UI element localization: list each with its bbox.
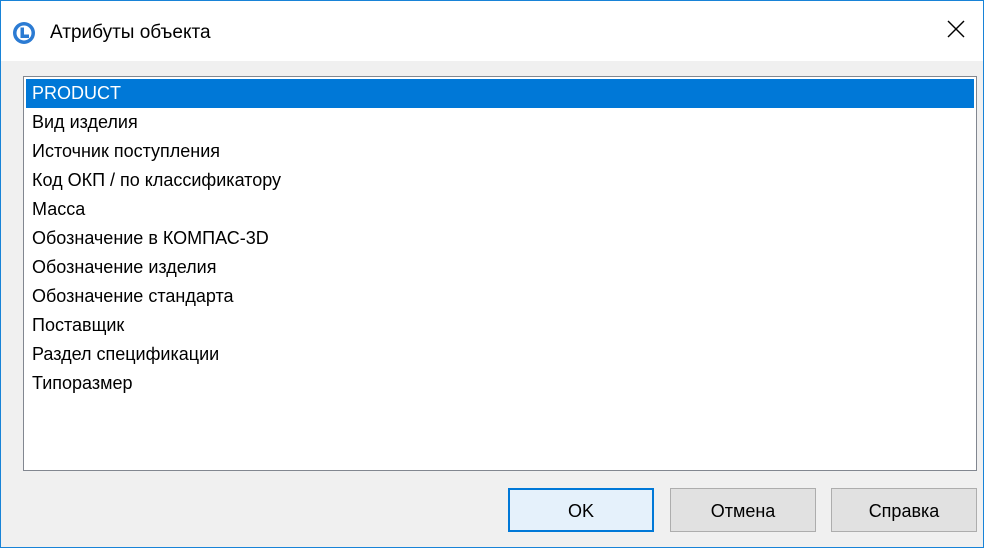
list-item[interactable]: Поставщик <box>26 311 974 340</box>
close-icon <box>946 19 966 44</box>
dialog-window: Атрибуты объекта PRODUCT Вид изделия Ист… <box>0 0 984 548</box>
list-item[interactable]: Масса <box>26 195 974 224</box>
list-item[interactable]: Источник поступления <box>26 137 974 166</box>
list-item[interactable]: Типоразмер <box>26 369 974 398</box>
title-bar[interactable]: Атрибуты объекта <box>1 1 983 61</box>
list-item[interactable]: Вид изделия <box>26 108 974 137</box>
list-item[interactable]: Обозначение изделия <box>26 253 974 282</box>
attributes-listbox[interactable]: PRODUCT Вид изделия Источник поступления… <box>23 76 977 471</box>
cancel-button[interactable]: Отмена <box>670 488 816 532</box>
list-item[interactable]: Обозначение в КОМПАС-3D <box>26 224 974 253</box>
close-button[interactable] <box>929 1 983 61</box>
ok-button[interactable]: OK <box>508 488 654 532</box>
list-item[interactable]: PRODUCT <box>26 79 974 108</box>
kompas-app-icon <box>12 21 36 45</box>
help-button[interactable]: Справка <box>831 488 977 532</box>
list-item[interactable]: Обозначение стандарта <box>26 282 974 311</box>
list-item[interactable]: Раздел спецификации <box>26 340 974 369</box>
window-title: Атрибуты объекта <box>50 22 211 43</box>
list-item[interactable]: Код ОКП / по классификатору <box>26 166 974 195</box>
